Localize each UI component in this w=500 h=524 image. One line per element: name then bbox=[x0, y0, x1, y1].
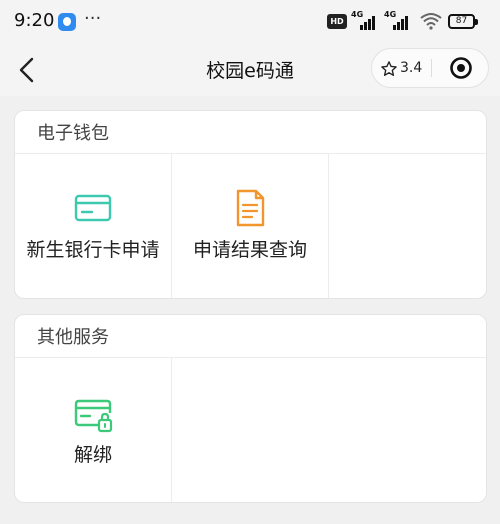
rating-value: 3.4 bbox=[400, 60, 423, 76]
target-circle-icon bbox=[450, 57, 472, 79]
hd-voice-icon: HD bbox=[327, 14, 347, 29]
section-title: 电子钱包 bbox=[37, 123, 109, 144]
card-lock-icon bbox=[74, 399, 113, 433]
service-item-new-bank-card[interactable]: 新生银行卡申请 bbox=[15, 154, 171, 298]
app-notification-icon bbox=[58, 13, 76, 31]
section-card-other-services: 其他服务 解绑 bbox=[14, 314, 487, 503]
page-title: 校园e码通 bbox=[206, 60, 294, 82]
service-item-label: 新生银行卡申请 bbox=[26, 239, 160, 261]
service-item-application-result[interactable]: 申请结果查询 bbox=[172, 154, 328, 298]
service-item-unbind[interactable]: 解绑 bbox=[15, 358, 171, 502]
section-title: 其他服务 bbox=[37, 327, 109, 348]
document-icon bbox=[236, 189, 265, 227]
rating-button[interactable]: 3.4 bbox=[372, 49, 431, 87]
service-item-label: 解绑 bbox=[73, 444, 112, 466]
service-item-label: 申请结果查询 bbox=[192, 239, 307, 261]
status-bar: 9:20 ··· HD 4G 4G 87 bbox=[0, 0, 500, 44]
navigation-bar: 校园e码通 3.4 bbox=[0, 44, 500, 96]
section-card-electronic-wallet: 电子钱包 新生银行卡申请 申请结果查询 bbox=[14, 110, 487, 299]
signal-strength-icon-1: 4G bbox=[351, 10, 379, 32]
status-time: 9:20 bbox=[14, 10, 55, 31]
bank-card-icon bbox=[74, 194, 112, 222]
miniprogram-capsule: 3.4 bbox=[371, 48, 489, 88]
signal-strength-icon-2: 4G bbox=[384, 10, 412, 32]
close-miniprogram-button[interactable] bbox=[432, 49, 489, 87]
star-icon bbox=[381, 61, 397, 76]
back-button[interactable] bbox=[12, 54, 44, 86]
chevron-left-icon bbox=[19, 57, 34, 83]
wifi-icon bbox=[420, 13, 442, 30]
more-notifications-icon: ··· bbox=[84, 8, 102, 29]
battery-icon: 87 bbox=[448, 14, 478, 29]
